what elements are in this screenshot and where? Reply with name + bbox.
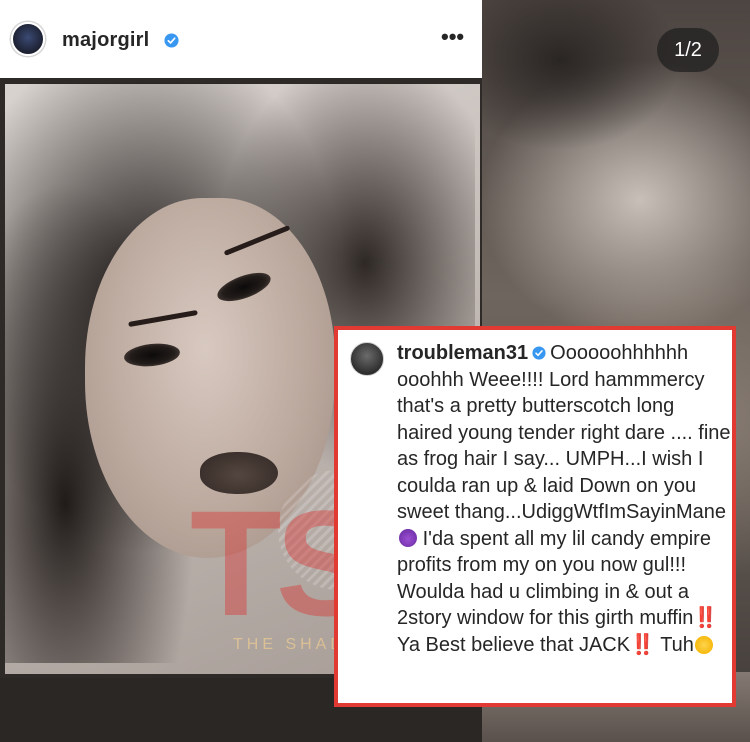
page-indicator: 1/2	[657, 28, 719, 72]
double-exclamation-icon: ‼️	[630, 633, 655, 656]
devil-emoji-icon	[399, 528, 417, 547]
verified-badge-icon	[532, 346, 546, 360]
profile-avatar[interactable]	[11, 22, 45, 56]
post-username[interactable]: majorgirl	[62, 29, 149, 52]
comment-body-1: Oooooohhhhhh ooohhh Weee!!!! Lord hammme…	[397, 342, 731, 523]
verified-badge-icon	[164, 33, 179, 48]
more-options-icon[interactable]: •••	[441, 26, 464, 48]
angry-emoji-icon	[694, 635, 713, 654]
double-exclamation-icon: ‼️	[693, 607, 719, 629]
highlighted-comment: troubleman31 Oooooohhhhhh ooohhh Weee!!!!…	[334, 326, 736, 707]
comment-avatar[interactable]	[350, 342, 384, 376]
post-header: majorgirl •••	[0, 0, 482, 78]
comment-body-3: Ya Best believe that JACK	[397, 633, 631, 656]
comment-body-4: Tuh	[655, 633, 694, 656]
comment-text: troubleman31 Oooooohhhhhh ooohhh Weee!!!!…	[397, 340, 733, 658]
comment-body-2: I'da spent all my lil candy empire profi…	[397, 527, 711, 630]
comment-username[interactable]: troubleman31	[397, 342, 528, 364]
